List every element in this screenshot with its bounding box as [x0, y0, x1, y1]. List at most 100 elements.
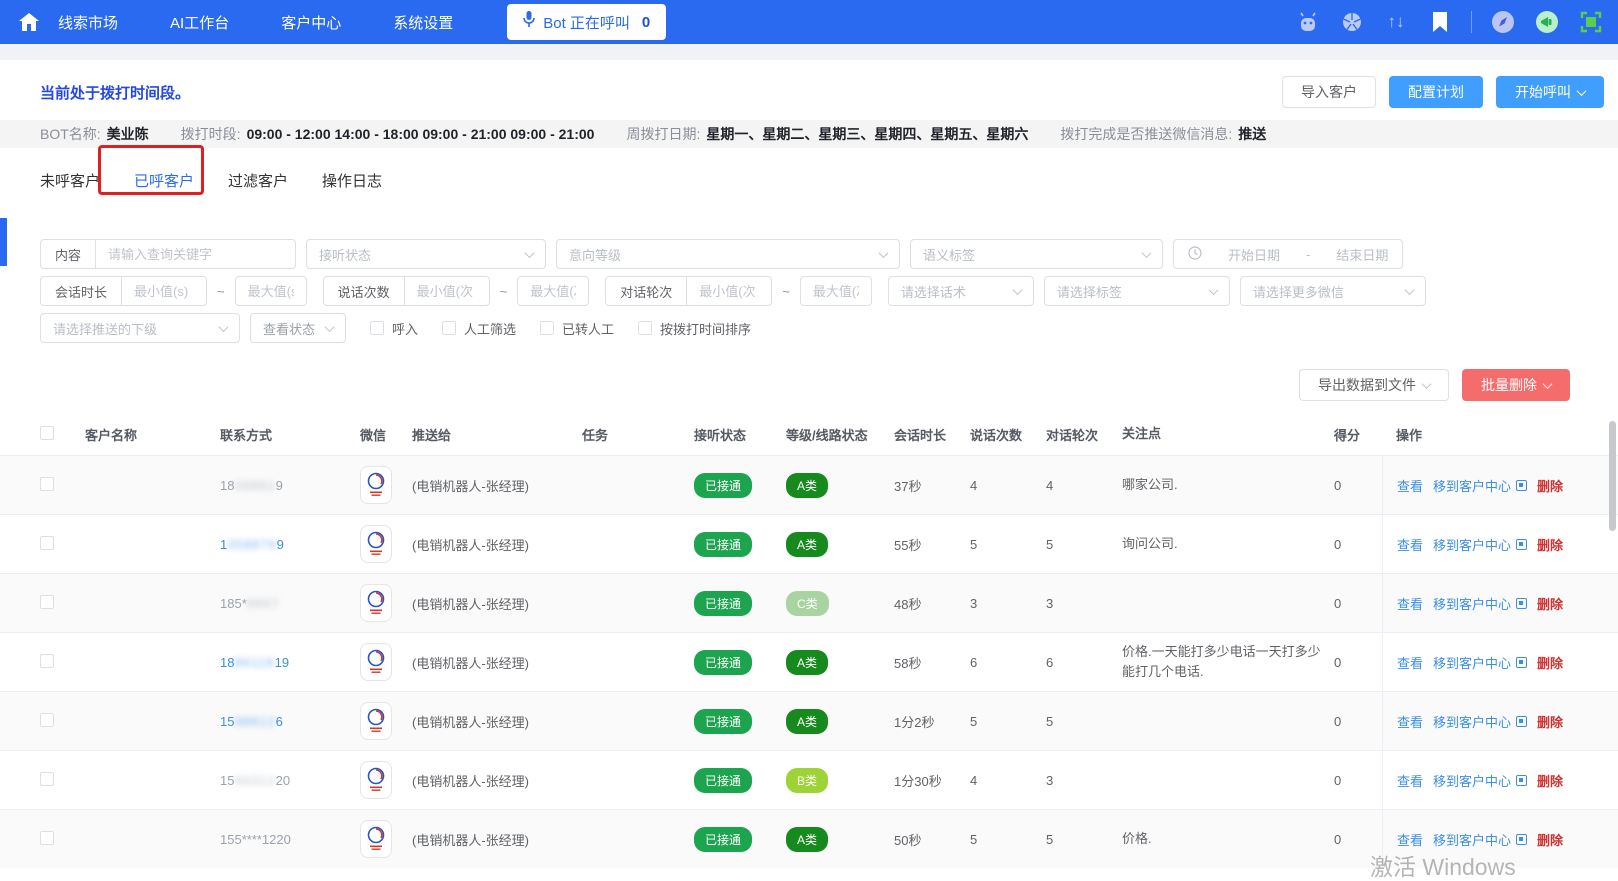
table-header-row: 客户名称 联系方式 微信 推送给 任务 接听状态 等级/线路状态 会话时长 说话…	[0, 413, 1618, 455]
select-all-checkbox[interactable]	[40, 425, 54, 440]
dial-period-status: 当前处于拨打时间段。	[40, 84, 191, 102]
wechat-avatar-icon[interactable]	[360, 584, 392, 622]
chevron-down-icon	[1012, 284, 1023, 295]
configure-plan-button[interactable]: 配置计划	[1389, 76, 1483, 108]
move-to-center-icon[interactable]	[1516, 774, 1528, 786]
row-checkbox[interactable]	[40, 771, 54, 786]
row-checkbox[interactable]	[40, 712, 54, 727]
row-checkbox[interactable]	[40, 653, 54, 668]
table-scrollbar[interactable]	[1609, 413, 1616, 823]
phone-cell[interactable]: 13588799	[220, 537, 360, 552]
bookmark-icon[interactable]	[1427, 9, 1453, 35]
checkbox-sort-by-dial-time[interactable]: 按拨打时间排序	[638, 319, 751, 338]
wechat-avatar-icon[interactable]	[360, 820, 392, 858]
fullscreen-icon[interactable]	[1578, 9, 1604, 35]
batch-delete-button[interactable]: 批量删除	[1462, 369, 1570, 401]
export-data-button[interactable]: 导出数据到文件	[1299, 369, 1449, 401]
tab-operation-log[interactable]: 操作日志	[322, 170, 382, 191]
session-max-input[interactable]	[234, 276, 307, 306]
script-select[interactable]: 请选择话术	[887, 276, 1034, 306]
view-link[interactable]: 查看	[1397, 653, 1423, 672]
sort-arrows-icon[interactable]: ↑↓	[1383, 9, 1409, 35]
import-customers-button[interactable]: 导入客户	[1282, 76, 1376, 108]
speak-max-input[interactable]	[517, 276, 590, 306]
phone-cell[interactable]: 18068819	[220, 478, 360, 493]
nav-item-customer-center[interactable]: 客户中心	[281, 12, 341, 33]
date-range-picker[interactable]: 开始日期 - 结束日期	[1173, 239, 1404, 269]
nav-item-ai-workbench[interactable]: AI工作台	[170, 12, 229, 33]
row-checkbox[interactable]	[40, 830, 54, 845]
move-to-center-icon[interactable]	[1516, 538, 1528, 550]
megaphone-icon[interactable]	[1534, 9, 1560, 35]
delete-link[interactable]: 删除	[1537, 830, 1563, 849]
view-link[interactable]: 查看	[1397, 594, 1423, 613]
delete-link[interactable]: 删除	[1537, 653, 1563, 672]
view-link[interactable]: 查看	[1397, 712, 1423, 731]
weekdays-value: 星期一、星期二、星期三、星期四、星期五、星期六	[706, 126, 1029, 142]
robot-icon[interactable]	[1295, 9, 1321, 35]
wechat-avatar-icon[interactable]	[360, 761, 392, 799]
move-to-center-icon[interactable]	[1516, 597, 1528, 609]
move-to-center-icon[interactable]	[1516, 715, 1528, 727]
wechat-avatar-icon[interactable]	[360, 702, 392, 740]
move-to-center-icon[interactable]	[1516, 656, 1528, 668]
view-link[interactable]: 查看	[1397, 771, 1423, 790]
aperture-icon[interactable]	[1339, 9, 1365, 35]
answer-status-select[interactable]: 接听状态	[306, 239, 546, 269]
view-link[interactable]: 查看	[1397, 476, 1423, 495]
phone-cell[interactable]: 155****1220	[220, 832, 360, 847]
col-score: 得分	[1334, 427, 1361, 443]
row-checkbox[interactable]	[40, 476, 54, 491]
session-min-input[interactable]	[122, 277, 207, 305]
wechat-avatar-icon[interactable]	[360, 525, 392, 563]
keyword-search-input[interactable]	[96, 240, 297, 268]
intent-level-select[interactable]: 意向等级	[556, 239, 900, 269]
semantic-tag-select[interactable]: 语义标签	[910, 239, 1163, 269]
bot-calling-button[interactable]: Bot 正在呼叫 0	[507, 4, 667, 40]
view-link[interactable]: 查看	[1397, 830, 1423, 849]
delete-link[interactable]: 删除	[1537, 594, 1563, 613]
move-to-center-icon[interactable]	[1516, 833, 1528, 845]
wechat-avatar-icon[interactable]	[360, 643, 392, 681]
row-checkbox[interactable]	[40, 535, 54, 550]
more-wechat-select[interactable]: 请选择更多微信	[1239, 276, 1426, 306]
home-icon[interactable]	[14, 13, 44, 31]
delete-link[interactable]: 删除	[1537, 535, 1563, 554]
speak-min-input[interactable]	[404, 277, 489, 305]
move-to-customer-center-link[interactable]: 移到客户中心	[1433, 712, 1511, 731]
wechat-avatar-icon[interactable]	[360, 466, 392, 504]
nav-item-system-settings[interactable]: 系统设置	[393, 12, 453, 33]
delete-link[interactable]: 删除	[1537, 476, 1563, 495]
row-checkbox[interactable]	[40, 594, 54, 609]
move-to-customer-center-link[interactable]: 移到客户中心	[1433, 594, 1511, 613]
delete-link[interactable]: 删除	[1537, 712, 1563, 731]
checkbox-transferred-to-human[interactable]: 已转人工	[540, 319, 614, 338]
rounds-min-input[interactable]	[687, 277, 772, 305]
tab-filtered-customers[interactable]: 过滤客户	[228, 170, 288, 191]
start-call-button[interactable]: 开始呼叫	[1496, 76, 1604, 108]
tab-called-customers[interactable]: 已呼客户	[134, 170, 194, 191]
phone-cell[interactable]: 185*8867	[220, 596, 360, 611]
checkbox-manual-filter[interactable]: 人工筛选	[442, 319, 516, 338]
move-to-customer-center-link[interactable]: 移到客户中心	[1433, 535, 1511, 554]
move-to-customer-center-link[interactable]: 移到客户中心	[1433, 830, 1511, 849]
phone-cell[interactable]: 156631220	[220, 773, 360, 788]
tab-uncalled-customers[interactable]: 未呼客户	[40, 170, 100, 191]
checkbox-inbound[interactable]: 呼入	[370, 319, 418, 338]
view-link[interactable]: 查看	[1397, 535, 1423, 554]
move-to-customer-center-link[interactable]: 移到客户中心	[1433, 476, 1511, 495]
col-answer-status: 接听状态	[694, 427, 747, 443]
tag-select[interactable]: 请选择标签	[1043, 276, 1230, 306]
move-to-center-icon[interactable]	[1516, 479, 1528, 491]
move-to-customer-center-link[interactable]: 移到客户中心	[1433, 771, 1511, 790]
phone-cell[interactable]: 15988126	[220, 714, 360, 729]
delete-link[interactable]: 删除	[1537, 771, 1563, 790]
compass-icon[interactable]	[1490, 9, 1516, 35]
nav-item-lead-market[interactable]: 线索市场	[58, 12, 118, 33]
rounds-max-input[interactable]	[799, 276, 872, 306]
view-status-select[interactable]: 查看状态	[250, 313, 346, 343]
move-to-customer-center-link[interactable]: 移到客户中心	[1433, 653, 1511, 672]
push-subordinate-select[interactable]: 请选择推送的下级	[40, 313, 240, 343]
phone-cell[interactable]: 188611819	[220, 655, 360, 670]
scrollbar-thumb[interactable]	[1609, 421, 1616, 531]
